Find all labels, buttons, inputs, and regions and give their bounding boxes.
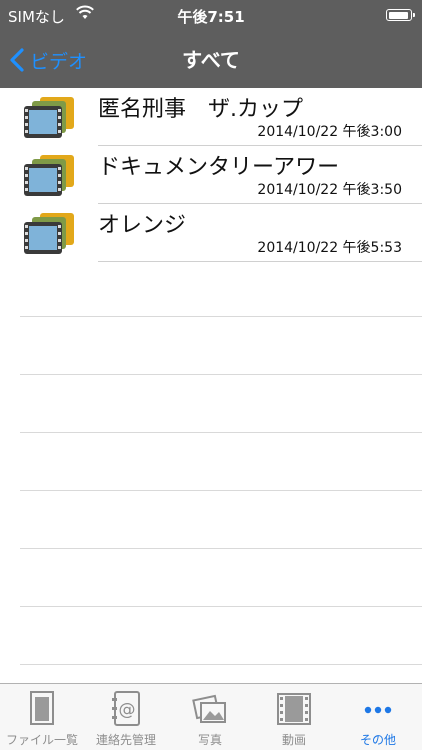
video-date: 2014/10/22 午後3:00 xyxy=(257,124,402,140)
back-label: ビデオ xyxy=(30,50,88,73)
tab-label: 写真 xyxy=(197,733,222,747)
navigation-bar: ビデオ すべて xyxy=(0,32,422,88)
divider xyxy=(20,548,422,549)
divider xyxy=(20,664,422,665)
divider xyxy=(20,606,422,607)
tab-photos[interactable]: 写真 xyxy=(168,684,252,751)
list-item[interactable]: ドキュメンタリーアワー 2014/10/22 午後3:50 xyxy=(0,146,422,204)
film-icon xyxy=(277,693,311,725)
video-title: 匿名刑事 ザ.カップ xyxy=(98,97,303,122)
svg-text:@: @ xyxy=(119,700,136,720)
video-title: ドキュメンタリーアワー xyxy=(98,155,340,180)
chevron-left-icon xyxy=(10,48,24,72)
divider xyxy=(20,490,422,491)
video-date: 2014/10/22 午後3:50 xyxy=(257,182,402,198)
video-file-icon xyxy=(24,97,74,138)
tab-file-list[interactable]: ファイル一覧 xyxy=(0,684,84,751)
divider xyxy=(20,316,422,317)
video-list: 匿名刑事 ザ.カップ 2014/10/22 午後3:00 ドキュメンタリーアワー… xyxy=(0,88,422,262)
tab-videos[interactable]: 動画 xyxy=(252,684,336,751)
tab-contacts[interactable]: @ 連絡先管理 xyxy=(84,684,168,751)
tab-more[interactable]: その他 xyxy=(336,684,420,751)
photos-icon xyxy=(192,694,226,723)
status-bar: SIMなし 午後7:51 xyxy=(0,0,422,32)
video-file-icon xyxy=(24,213,74,254)
battery-icon xyxy=(386,9,415,21)
tab-label: その他 xyxy=(359,733,396,747)
video-file-icon xyxy=(24,155,74,196)
divider xyxy=(20,374,422,375)
list-item[interactable]: オレンジ 2014/10/22 午後5:53 xyxy=(0,204,422,262)
list-item[interactable]: 匿名刑事 ザ.カップ 2014/10/22 午後3:00 xyxy=(0,88,422,146)
video-title: オレンジ xyxy=(98,213,187,238)
divider xyxy=(20,432,422,433)
tab-label: ファイル一覧 xyxy=(5,733,78,747)
more-icon xyxy=(364,706,392,714)
divider xyxy=(98,261,422,262)
address-book-icon: @ xyxy=(112,691,140,726)
video-date: 2014/10/22 午後5:53 xyxy=(257,240,402,256)
tab-label: 動画 xyxy=(281,733,306,747)
tab-bar: ファイル一覧 @ 連絡先管理 写真 動画 その他 xyxy=(0,683,422,750)
clock: 午後7:51 xyxy=(177,8,245,26)
document-icon xyxy=(30,691,54,725)
back-button[interactable]: ビデオ xyxy=(8,32,87,88)
tab-label: 連絡先管理 xyxy=(95,733,156,747)
